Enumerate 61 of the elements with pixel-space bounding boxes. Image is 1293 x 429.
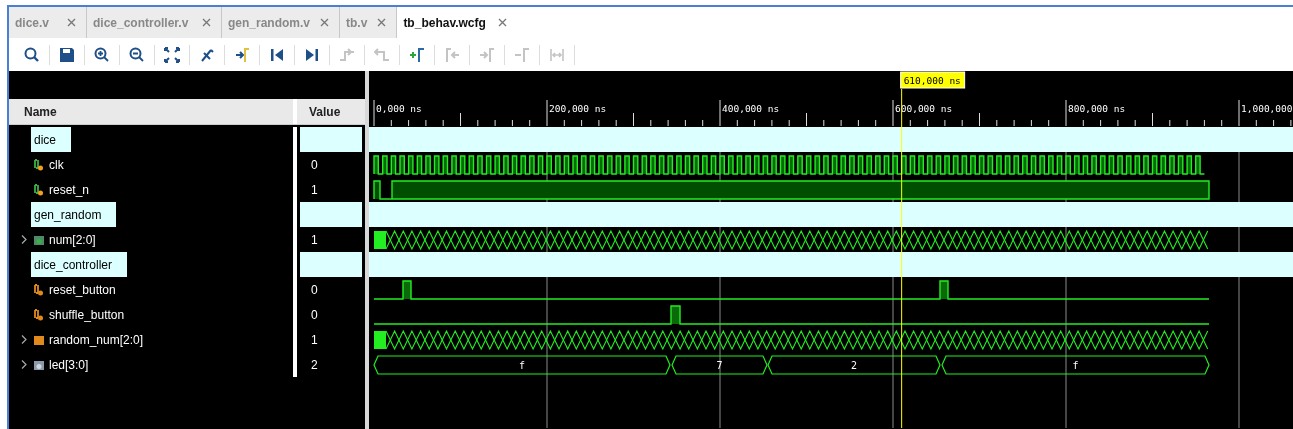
group-label[interactable]: dice (31, 127, 71, 152)
fullscreen-icon (164, 46, 180, 63)
zoom-in-icon (94, 46, 110, 63)
signal-value: 2 (310, 357, 318, 372)
signal-value: 0 (310, 307, 318, 322)
signal-icon (33, 183, 45, 196)
expand-chevron-icon[interactable] (21, 235, 27, 244)
expand-chevron-icon[interactable] (21, 335, 27, 344)
search-icon (24, 46, 40, 63)
signal-name[interactable]: led[3:0] (49, 357, 89, 372)
expand-chevron-icon[interactable] (21, 360, 27, 369)
arrow-right-icon (479, 46, 495, 63)
bus-signal-icon (33, 233, 45, 246)
bus-signal-icon (33, 333, 45, 346)
group-label[interactable]: dice_controller (31, 252, 128, 277)
group-value-cell (300, 202, 362, 227)
signal-name[interactable]: reset_button (49, 282, 116, 297)
group-label[interactable]: gen_random (31, 202, 117, 227)
time-label: 0,000 ns (376, 103, 422, 114)
double-arrow-icon (549, 46, 565, 63)
signal-name[interactable]: clk (49, 157, 64, 172)
signal-value: 0 (310, 282, 318, 297)
close-icon[interactable] (377, 18, 387, 27)
cursor-time: 610,000 ns (900, 71, 966, 89)
crossed-pen-icon (199, 46, 215, 63)
skip-back-icon (269, 46, 285, 63)
signal-value: 1 (310, 182, 318, 197)
time-label: 800,000 ns (1068, 103, 1126, 114)
signal-name[interactable]: shuffle_button (49, 307, 125, 322)
group-value-cell (300, 127, 362, 152)
time-label: 400,000 ns (722, 103, 780, 114)
time-label: 1,000,000 (1241, 103, 1293, 114)
bus-value: 7 (716, 360, 723, 371)
signal-icon (33, 283, 45, 296)
arrow-to-bracket-icon (234, 46, 250, 63)
close-icon[interactable] (67, 18, 76, 27)
signal-name[interactable]: num[2:0] (49, 232, 96, 247)
signal-value: 1 (310, 332, 318, 347)
signal-name[interactable]: reset_n (49, 182, 90, 197)
time-cursor[interactable] (901, 88, 903, 428)
bus-value: 2 (851, 360, 857, 371)
signal-name[interactable]: random_num[2:0] (49, 332, 144, 347)
skip-forward-icon (304, 46, 320, 63)
add-marker-icon (409, 46, 425, 63)
bus-signal-icon (33, 358, 45, 371)
signal-value: 0 (310, 157, 318, 172)
group-value-cell (300, 252, 362, 277)
signal-value: 1 (310, 232, 318, 247)
minus-marker-icon (514, 46, 530, 63)
close-icon[interactable] (202, 18, 211, 27)
bus-value: f (519, 360, 525, 371)
time-label: 200,000 ns (549, 103, 607, 114)
signal-icon (33, 158, 45, 171)
signal-icon (33, 308, 45, 321)
column-header[interactable]: Name (9, 99, 293, 124)
zoom-out-icon (129, 46, 145, 63)
close-icon[interactable] (320, 18, 330, 27)
bus-value: f (1072, 360, 1079, 371)
column-header[interactable]: Value (297, 99, 365, 124)
close-icon[interactable] (498, 18, 508, 27)
arrow-left-icon (444, 46, 460, 63)
